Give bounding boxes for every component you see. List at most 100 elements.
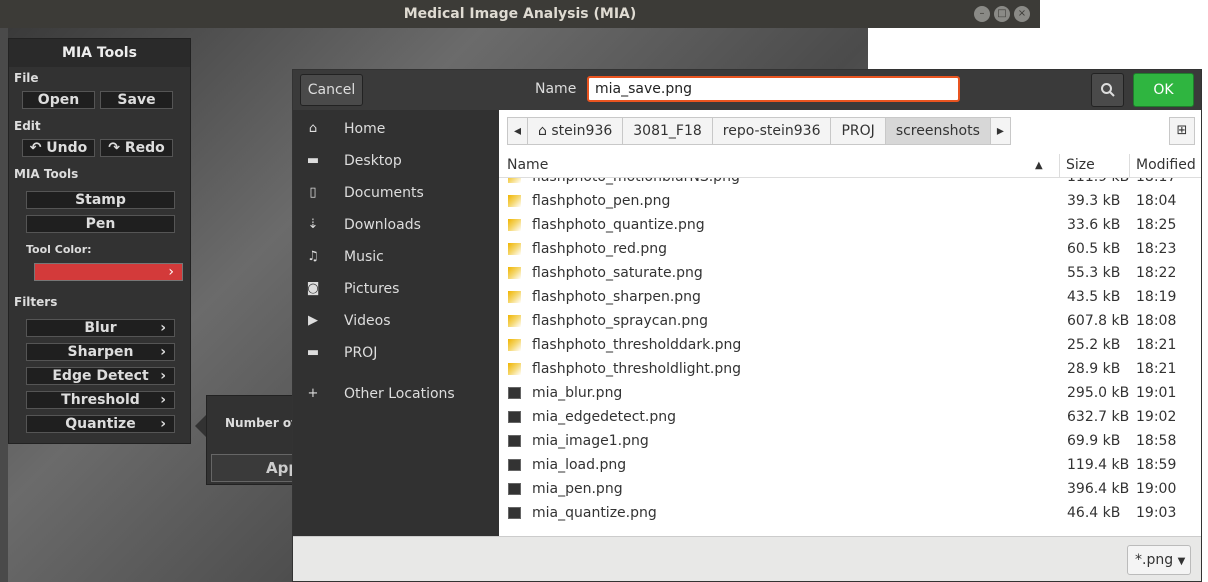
file-size: 25.2 kB <box>1067 337 1121 353</box>
file-row[interactable]: mia_blur.png 295.0 kB 19:01 <box>499 382 1201 406</box>
breadcrumb: ◂ ⌂ stein936 3081_F18 repo-stein936 PROJ… <box>507 117 1011 145</box>
size-column-header[interactable]: Size <box>1066 157 1095 173</box>
file-modified: 18:21 <box>1136 361 1177 377</box>
home-icon: ⌂ <box>308 121 318 136</box>
chevron-right-icon: ▸ <box>996 123 1004 139</box>
breadcrumb-back[interactable]: ◂ <box>507 117 529 145</box>
close-icon[interactable]: × <box>1014 6 1030 22</box>
file-type-filter[interactable]: *.png ▼ <box>1127 545 1191 575</box>
breadcrumb-screenshots[interactable]: screenshots <box>884 117 991 145</box>
breadcrumb-proj[interactable]: PROJ <box>830 117 886 145</box>
file-modified: 19:02 <box>1136 409 1177 425</box>
breadcrumb-stein936[interactable]: ⌂ stein936 <box>527 117 624 145</box>
file-row[interactable]: mia_load.png 119.4 kB 18:59 <box>499 454 1201 478</box>
place-label: Other Locations <box>344 386 455 402</box>
breadcrumb-repo-stein936[interactable]: repo-stein936 <box>711 117 832 145</box>
file-modified: 18:17 <box>1136 178 1176 185</box>
file-size: 295.0 kB <box>1067 385 1130 401</box>
file-row[interactable]: flashphoto_spraycan.png 607.8 kB 18:08 <box>499 310 1201 334</box>
file-row[interactable]: flashphoto_quantize.png 33.6 kB 18:25 <box>499 214 1201 238</box>
file-section-label: File <box>14 71 39 85</box>
filters-section-label: Filters <box>14 295 58 309</box>
dropdown-arrow-icon: ▼ <box>1177 556 1186 567</box>
place-label: Videos <box>344 313 391 329</box>
breadcrumb-label: stein936 <box>551 123 613 139</box>
place-label: Desktop <box>344 153 402 169</box>
window-controls: – □ × <box>974 6 1030 22</box>
file-row[interactable]: flashphoto_thresholddark.png 25.2 kB 18:21 <box>499 334 1201 358</box>
search-icon[interactable] <box>1091 73 1124 107</box>
file-modified: 19:00 <box>1136 481 1177 497</box>
file-size: 396.4 kB <box>1067 481 1130 497</box>
minimize-icon[interactable]: – <box>974 6 990 22</box>
blur-filter-button[interactable]: Blur <box>26 319 175 337</box>
file-list: flashphoto_motionblurNS.png 111.9 kB 18:17… <box>499 178 1201 536</box>
tool-color-swatch[interactable]: › <box>34 263 183 281</box>
file-size: 33.6 kB <box>1067 217 1121 233</box>
place-other-locations[interactable]: + Other Locations <box>293 378 499 410</box>
cancel-button[interactable]: Cancel <box>300 74 363 106</box>
pen-button[interactable]: Pen <box>26 215 175 233</box>
file-row[interactable]: flashphoto_pen.png 39.3 kB 18:04 <box>499 190 1201 214</box>
quantize-filter-button[interactable]: Quantize <box>26 415 175 433</box>
place-videos[interactable]: ▶ Videos <box>293 305 499 337</box>
save-button[interactable]: Save <box>100 91 173 109</box>
modified-column-header[interactable]: Modified <box>1136 157 1196 173</box>
file-row[interactable]: mia_image1.png 69.9 kB 18:58 <box>499 430 1201 454</box>
breadcrumb-3081-f18[interactable]: 3081_F18 <box>622 117 713 145</box>
breadcrumb-forward[interactable]: ▸ <box>989 117 1011 145</box>
file-name: mia_load.png <box>532 457 627 473</box>
ok-button[interactable]: OK <box>1133 73 1194 107</box>
maximize-icon[interactable]: □ <box>994 6 1010 22</box>
stamp-button[interactable]: Stamp <box>26 191 175 209</box>
file-modified: 18:22 <box>1136 265 1177 281</box>
place-documents[interactable]: ▯ Documents <box>293 177 499 209</box>
place-pictures[interactable]: ◙ Pictures <box>293 273 499 305</box>
file-modified: 18:04 <box>1136 193 1177 209</box>
quantize-popup: Number of B App <box>206 395 310 485</box>
file-row[interactable]: flashphoto_thresholdlight.png 28.9 kB 18:2… <box>499 358 1201 382</box>
place-home[interactable]: ⌂ Home <box>293 113 499 145</box>
file-row[interactable]: flashphoto_motionblurNS.png 111.9 kB 18:17 <box>499 178 1201 190</box>
file-row[interactable]: mia_pen.png 396.4 kB 19:00 <box>499 478 1201 502</box>
file-row[interactable]: mia_quantize.png 46.4 kB 19:03 <box>499 502 1201 526</box>
place-label: Music <box>344 249 384 265</box>
edge-detect-filter-button[interactable]: Edge Detect <box>26 367 175 385</box>
file-name: mia_image1.png <box>532 433 649 449</box>
file-row[interactable]: flashphoto_sharpen.png 43.5 kB 18:19 <box>499 286 1201 310</box>
file-size: 607.8 kB <box>1067 313 1130 329</box>
file-name: mia_quantize.png <box>532 505 657 521</box>
sort-ascending-icon[interactable]: ▲ <box>1035 160 1043 171</box>
threshold-filter-button[interactable]: Threshold <box>26 391 175 409</box>
place-proj[interactable]: ▬ PROJ <box>293 337 499 369</box>
sharpen-filter-button[interactable]: Sharpen <box>26 343 175 361</box>
place-label: Downloads <box>344 217 421 233</box>
image-thumbnail-icon <box>508 315 521 327</box>
filename-input[interactable] <box>587 76 960 102</box>
column-header: Name ▲ Size Modified <box>499 154 1201 178</box>
folder-icon: ▬ <box>306 345 320 360</box>
home-icon: ⌂ <box>538 123 547 139</box>
place-music[interactable]: ♫ Music <box>293 241 499 273</box>
folder-icon: ▬ <box>306 153 320 168</box>
file-row[interactable]: flashphoto_saturate.png 55.3 kB 18:22 <box>499 262 1201 286</box>
image-file-icon <box>508 507 521 519</box>
filter-value: *.png <box>1135 552 1174 568</box>
undo-button[interactable]: ↶ Undo <box>22 139 95 157</box>
window-title: Medical Image Analysis (MIA) <box>0 0 1040 28</box>
file-modified: 18:08 <box>1136 313 1177 329</box>
file-row[interactable]: flashphoto_red.png 60.5 kB 18:23 <box>499 238 1201 262</box>
place-downloads[interactable]: ⇣ Downloads <box>293 209 499 241</box>
chevron-left-icon: ◂ <box>514 123 522 139</box>
image-thumbnail-icon <box>508 363 521 375</box>
redo-button[interactable]: ↷ Redo <box>100 139 173 157</box>
image-thumbnail-icon <box>508 195 521 207</box>
new-folder-icon[interactable]: ⊞ <box>1169 117 1195 145</box>
image-thumbnail-icon <box>508 339 521 351</box>
name-column-header[interactable]: Name <box>507 157 548 173</box>
file-modified: 18:21 <box>1136 337 1177 353</box>
camera-icon: ◙ <box>306 281 320 296</box>
file-row[interactable]: mia_edgedetect.png 632.7 kB 19:02 <box>499 406 1201 430</box>
open-button[interactable]: Open <box>22 91 95 109</box>
place-desktop[interactable]: ▬ Desktop <box>293 145 499 177</box>
